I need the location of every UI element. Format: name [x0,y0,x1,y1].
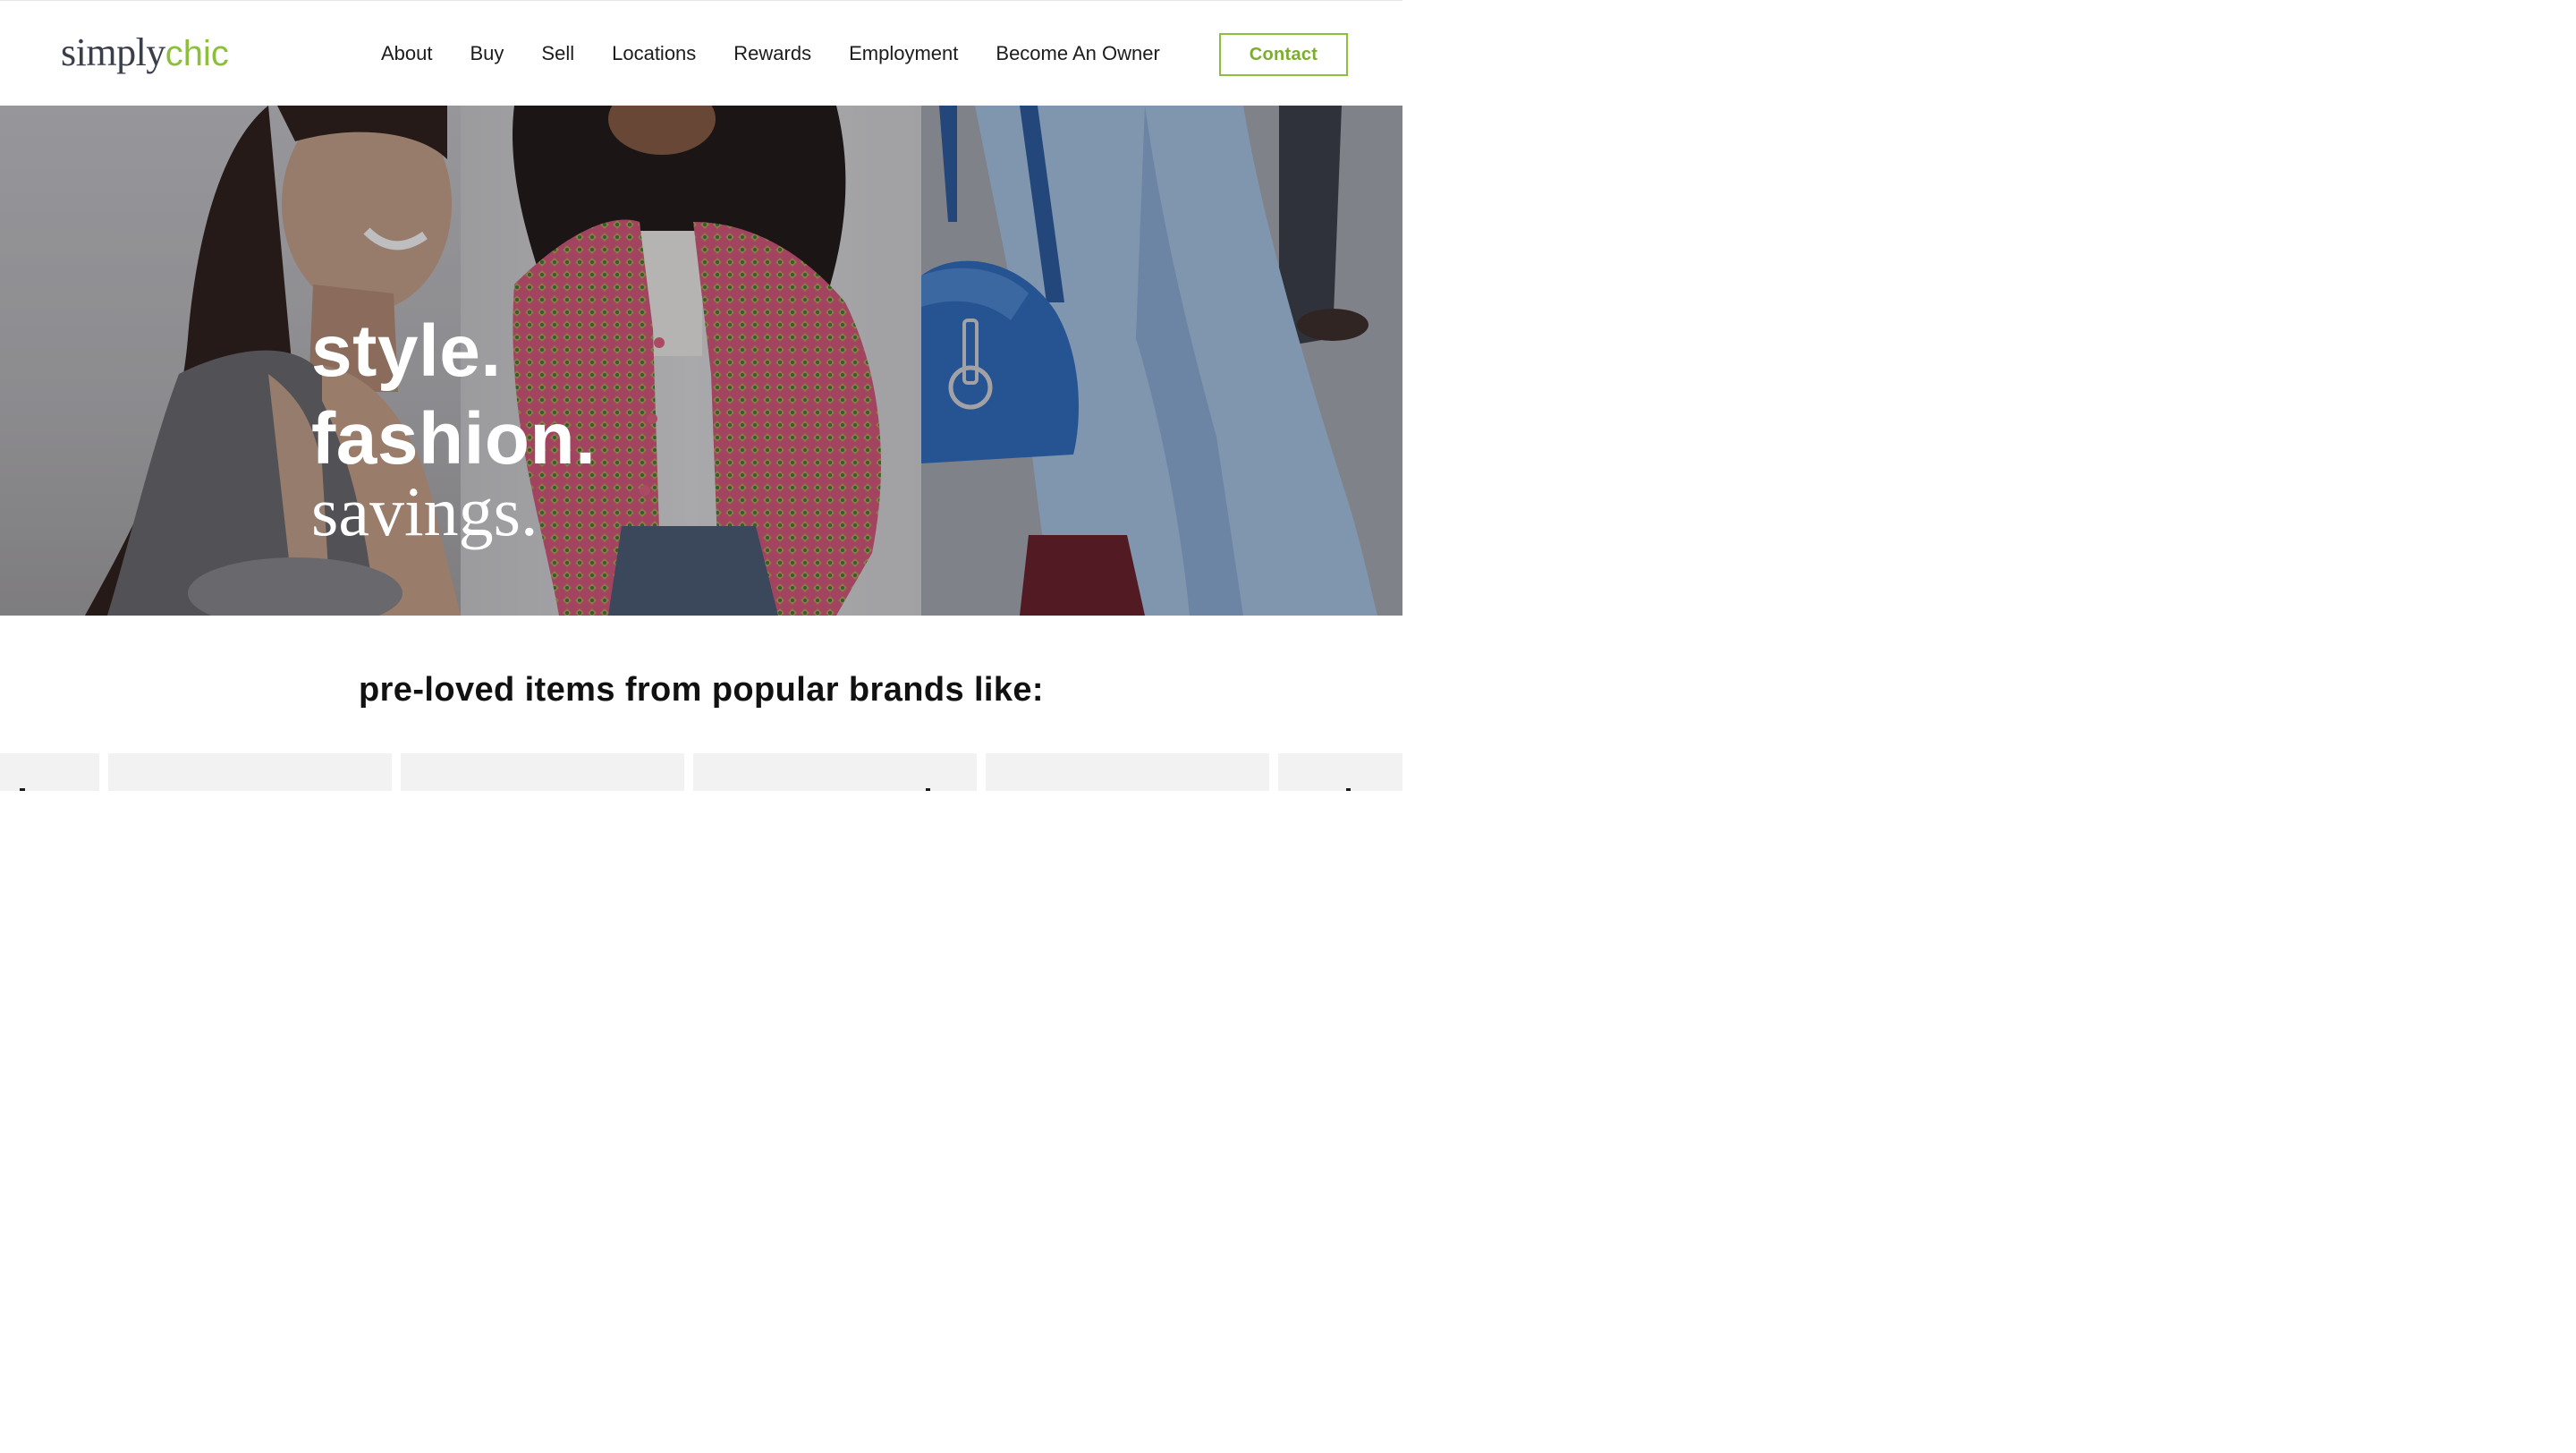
brand-logo-tile[interactable] [108,753,392,791]
site-header: simplychic About Buy Sell Locations Rewa… [0,0,1402,106]
brand-carousel[interactable] [0,753,1402,791]
brand-logo-fragment [1296,773,1385,791]
contact-button[interactable]: Contact [1219,33,1348,76]
nav-become-an-owner[interactable]: Become An Owner [996,42,1159,65]
hero-tagline-savings: savings. [311,472,538,550]
logo[interactable]: simplychic [61,28,229,79]
brand-logo-tile[interactable] [0,753,99,791]
brand-logo-fragment [711,773,962,791]
brand-logo-fragment [20,773,55,791]
logo-text-chic: chic [165,34,229,73]
hero-dark-overlay [0,106,1402,616]
brand-logo-tile[interactable] [693,753,977,791]
nav-about[interactable]: About [381,42,433,65]
logo-text-simply: simply [61,30,165,74]
hero-tagline-fashion: fashion. [311,398,597,480]
brand-logo-tile[interactable] [1278,753,1402,791]
main-nav: About Buy Sell Locations Rewards Employm… [381,1,1160,106]
brand-logo-tile[interactable] [401,753,684,791]
nav-sell[interactable]: Sell [541,42,574,65]
brand-logo-fragment [126,773,359,791]
brand-logo-tile[interactable] [986,753,1269,791]
brand-logo-fragment [1004,773,1236,791]
nav-locations[interactable]: Locations [612,42,696,65]
brands-heading: pre-loved items from popular brands like… [359,671,1044,709]
nav-buy[interactable]: Buy [470,42,504,65]
nav-rewards[interactable]: Rewards [733,42,811,65]
hero-banner: style. fashion. savings. [0,106,1402,616]
hero-tagline-style: style. [311,310,502,392]
hero-tagline: style. fashion. savings. [311,308,596,548]
nav-employment[interactable]: Employment [849,42,958,65]
